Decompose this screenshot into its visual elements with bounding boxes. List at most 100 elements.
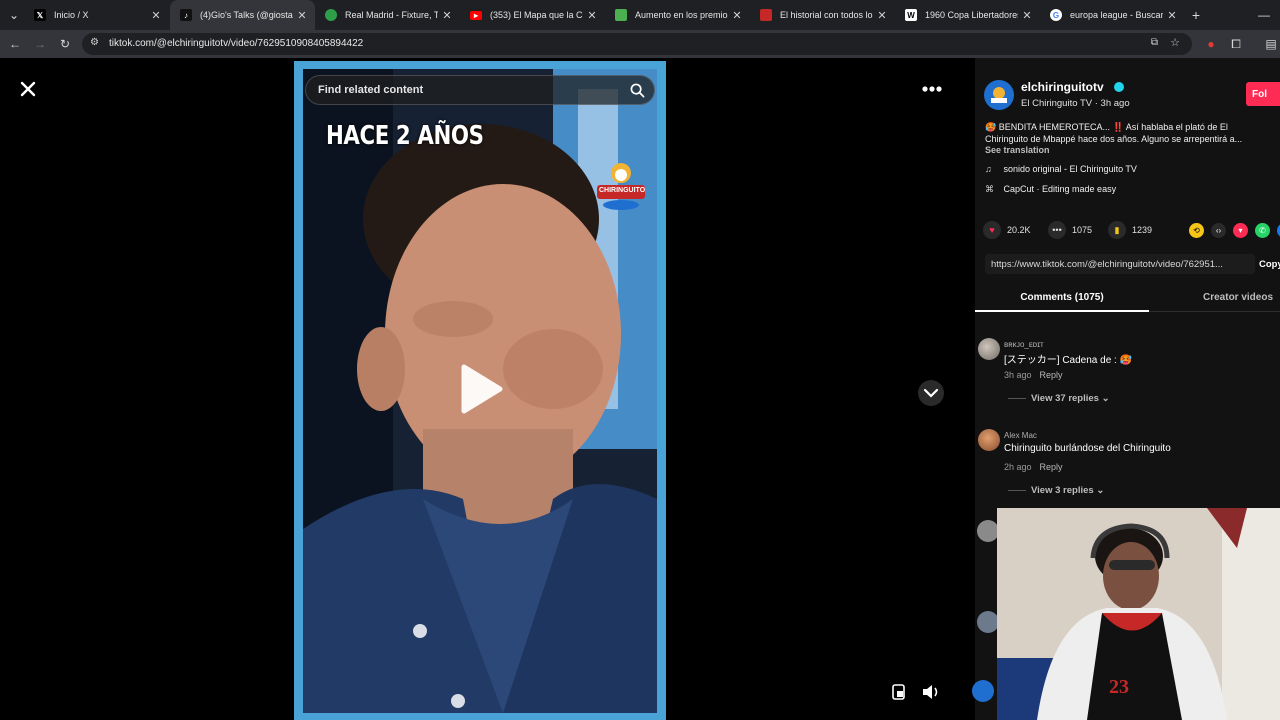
video-description-line: Chiringuito de Mbappé hace dos años. Alg… <box>985 134 1243 144</box>
tab-title: europa league - Buscar co <box>1070 10 1163 20</box>
browser-tab[interactable]: W 1960 Copa Libertadores ✕ <box>895 0 1040 30</box>
back-arrow-icon[interactable]: ← <box>6 35 24 53</box>
more-options-icon[interactable] <box>920 82 944 96</box>
commenter-name[interactable]: Alex Mac <box>1004 431 1037 440</box>
browser-tab[interactable]: 𝕏 Inicio / X ✕ <box>24 0 169 30</box>
video-player[interactable]: HACE 2 AÑOS CHIRINGUITO Find related con… <box>294 61 666 720</box>
play-icon[interactable] <box>456 363 504 415</box>
commenter-avatar[interactable] <box>977 520 999 542</box>
volume-icon[interactable] <box>920 682 942 702</box>
close-tab-icon[interactable]: ✕ <box>1018 9 1036 22</box>
comment-meta: 3h ago Reply <box>1004 370 1063 380</box>
site-info-icon[interactable]: ⚙ <box>90 37 99 48</box>
tab-list-dropdown-icon[interactable]: ⌄ <box>5 6 23 24</box>
picture-in-picture-icon[interactable] <box>889 682 909 702</box>
comment-count: 1075 <box>1072 225 1093 235</box>
video-overlay-caption: HACE 2 AÑOS <box>326 121 484 151</box>
comment-time: 2h ago <box>1004 462 1032 472</box>
chiringuito-logo-text: CHIRINGUITO <box>599 187 646 194</box>
reload-icon[interactable]: ↻ <box>56 35 74 53</box>
browser-toolbar: ← → ↻ ⚙ tiktok.com/@elchiringuitotv/vide… <box>0 30 1280 58</box>
share-repost-icon[interactable]: ⟲ <box>1189 223 1204 238</box>
sound-row[interactable]: ♫ sonido original - El Chiringuito TV <box>985 164 1137 174</box>
browser-tab[interactable]: G europa league - Buscar co ✕ <box>1040 0 1185 30</box>
search-icon[interactable] <box>630 83 645 98</box>
close-icon[interactable] <box>16 77 40 101</box>
bookmark-star-icon[interactable]: ☆ <box>1170 36 1180 49</box>
browser-tab[interactable]: ▸ (353) El Mapa que la CON ✕ <box>460 0 605 30</box>
comment-stat[interactable]: ••• 1075 <box>1048 221 1092 239</box>
close-tab-icon[interactable]: ✕ <box>438 9 456 22</box>
comment-meta: 2h ago Reply <box>1004 462 1063 472</box>
reply-button[interactable]: Reply <box>1040 370 1063 380</box>
like-stat[interactable]: ♥ 20.2K <box>983 221 1031 239</box>
close-tab-icon[interactable]: ✕ <box>728 9 746 22</box>
verified-badge-icon <box>1114 82 1124 92</box>
follow-button[interactable]: Fol <box>1246 82 1280 106</box>
tab-title: 1960 Copa Libertadores <box>925 10 1018 20</box>
tab-comments[interactable]: Comments (1075) <box>975 282 1149 312</box>
commenter-avatar[interactable] <box>977 611 999 633</box>
browser-tab[interactable]: Aumento en los premios ✕ <box>605 0 750 30</box>
capcut-row[interactable]: ⌘ CapCut · Editing made easy <box>985 184 1116 195</box>
sidebar-icon[interactable]: ▤ <box>1262 35 1280 53</box>
video-link-field[interactable]: https://www.tiktok.com/@elchiringuitotv/… <box>985 254 1255 274</box>
find-related-search[interactable]: Find related content <box>305 75 655 105</box>
creator-username[interactable]: elchiringuitotv <box>1021 80 1104 94</box>
video-description-line: 🥵 BENDITA HEMEROTECA... ‼️ Así hablaba e… <box>985 122 1228 132</box>
like-count: 20.2K <box>1007 225 1031 235</box>
browser-tab-active[interactable]: ♪ (4)Gio's Talks (@giostalks ✕ <box>170 0 315 30</box>
commenter-name[interactable]: ʙʀᴋᴊᴏ_ᴇᴅɪᴛ <box>1004 340 1044 349</box>
chevron-down-icon: ⌄ <box>1101 393 1110 404</box>
close-tab-icon[interactable]: ✕ <box>873 9 891 22</box>
reply-button[interactable]: Reply <box>1040 462 1063 472</box>
url-text: tiktok.com/@elchiringuitotv/video/762951… <box>109 38 364 49</box>
extension-red-icon[interactable]: ● <box>1202 35 1220 53</box>
x-logo-icon: 𝕏 <box>34 9 46 21</box>
find-related-placeholder: Find related content <box>318 84 424 96</box>
extensions-puzzle-icon[interactable]: ⧠ <box>1227 35 1245 53</box>
browser-tab-bar: ⌄ 𝕏 Inicio / X ✕ ♪ (4)Gio's Talks (@gios… <box>0 0 1280 30</box>
chiringuito-logo: CHIRINGUITO <box>595 155 647 215</box>
comment-text: Chiringuito burlándose del Chiringuito <box>1004 443 1171 454</box>
install-app-icon[interactable]: ⧉ <box>1151 37 1158 48</box>
comment-bubble-icon: ••• <box>1048 221 1066 239</box>
capcut-label: CapCut · Editing made easy <box>1003 184 1117 194</box>
tab-title: (353) El Mapa que la CON <box>490 10 583 20</box>
commenter-avatar[interactable] <box>978 429 1000 451</box>
tab-creator-videos[interactable]: Creator videos <box>1203 292 1273 303</box>
close-tab-icon[interactable]: ✕ <box>1163 9 1181 22</box>
commenter-avatar[interactable] <box>972 680 994 702</box>
video-description: 🥵 BENDITA HEMEROTECA... ‼️ Así hablaba e… <box>985 121 1280 145</box>
webcam-overlay: 23 <box>997 508 1280 720</box>
google-icon: G <box>1050 9 1062 21</box>
view-replies-button[interactable]: View 3 replies ⌄ <box>1008 485 1104 496</box>
save-stat[interactable]: ▮ 1239 <box>1108 221 1152 239</box>
minimize-window-icon[interactable]: — <box>1255 6 1273 24</box>
close-tab-icon[interactable]: ✕ <box>583 9 601 22</box>
view-replies-button[interactable]: View 37 replies ⌄ <box>1008 393 1110 404</box>
view-replies-label: View 37 replies <box>1031 393 1099 404</box>
close-tab-icon[interactable]: ✕ <box>147 9 165 22</box>
new-tab-plus-icon[interactable]: + <box>1187 6 1205 24</box>
commenter-avatar[interactable] <box>978 338 1000 360</box>
browser-tab[interactable]: El historial con todos los ✕ <box>750 0 895 30</box>
sheet-icon <box>615 9 627 21</box>
comment-text: [ステッカー] Cadena de : 🥵 <box>1004 355 1133 366</box>
next-video-chevron-icon[interactable] <box>917 379 945 407</box>
close-tab-icon[interactable]: ✕ <box>293 9 311 22</box>
creator-avatar[interactable] <box>984 80 1014 110</box>
tab-title: (4)Gio's Talks (@giostalks <box>200 10 293 20</box>
copy-link-button[interactable]: Copy <box>1259 259 1280 270</box>
replies-divider <box>1008 397 1026 399</box>
bookmark-icon: ▮ <box>1108 221 1126 239</box>
embed-code-icon[interactable]: ‹› <box>1211 223 1226 238</box>
address-bar[interactable]: ⚙ tiktok.com/@elchiringuitotv/video/7629… <box>82 33 1192 55</box>
whatsapp-icon[interactable]: ✆ <box>1255 223 1270 238</box>
espn-globe-icon <box>325 9 337 21</box>
see-translation-link[interactable]: See translation <box>985 145 1050 155</box>
comment-time: 3h ago <box>1004 370 1032 380</box>
send-to-friends-icon[interactable]: ▾ <box>1233 223 1248 238</box>
browser-tab[interactable]: Real Madrid - Fixture, Titu ✕ <box>315 0 460 30</box>
forward-arrow-icon[interactable]: → <box>31 35 49 53</box>
